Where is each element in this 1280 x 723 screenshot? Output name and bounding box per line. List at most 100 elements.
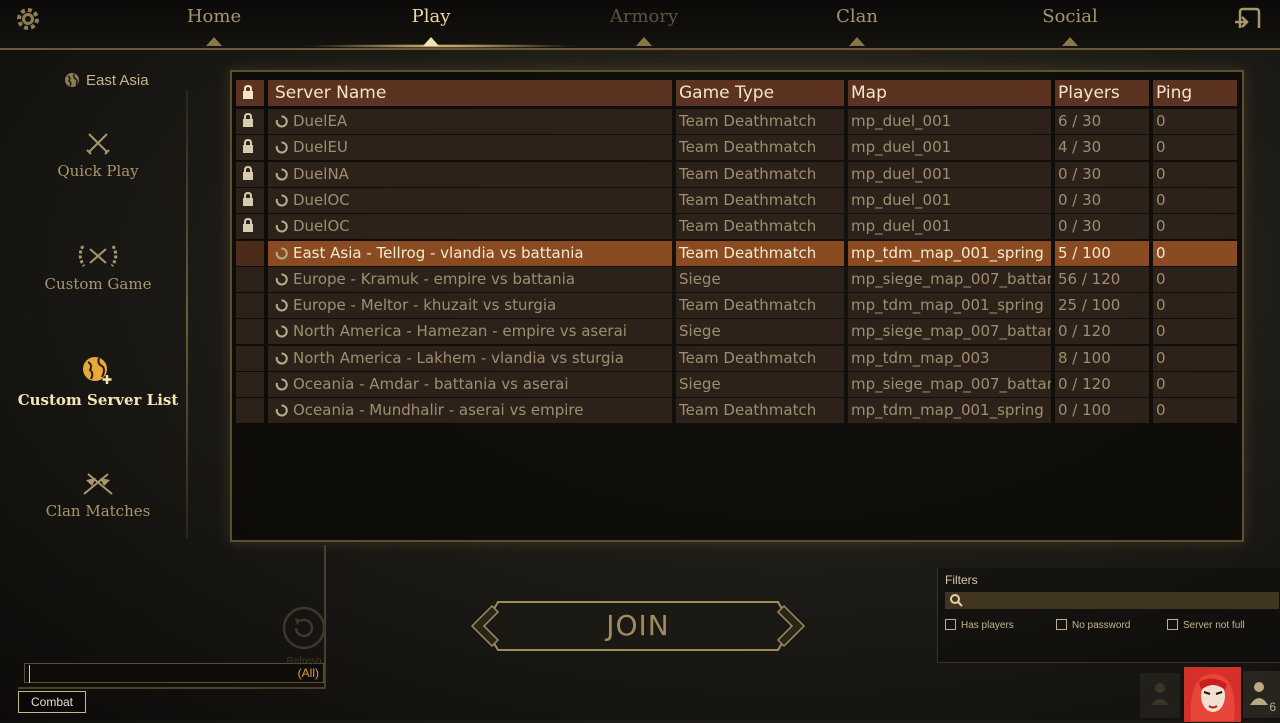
- server-row[interactable]: DuelOC Team Deathmatch mp_duel_001 0 / 30 0: [236, 214, 1237, 240]
- ping-cell: 0: [1153, 293, 1237, 319]
- lock-icon: [243, 85, 253, 99]
- filter-search-box[interactable]: [945, 592, 1279, 611]
- loading-icon: [275, 325, 288, 338]
- chat-tab-combat[interactable]: Combat: [18, 691, 86, 713]
- friends-icon: [1250, 682, 1268, 705]
- chat-channel[interactable]: (All): [298, 666, 319, 680]
- loading-icon: [275, 378, 288, 391]
- tab-play[interactable]: Play: [361, 0, 501, 46]
- game-type-cell: Team Deathmatch: [676, 161, 844, 187]
- settings-gear-icon[interactable]: [14, 5, 42, 33]
- mode-custom-server-list[interactable]: Custom Server List: [10, 355, 186, 409]
- server-row[interactable]: Europe - Kramuk - empire vs battania Sieg…: [236, 266, 1237, 292]
- column-header-players[interactable]: Players: [1055, 80, 1149, 106]
- ping-cell: 0: [1153, 161, 1237, 187]
- filter-search-input[interactable]: [967, 592, 1271, 611]
- server-row[interactable]: North America - Lakhem - vlandia vs stur…: [236, 345, 1237, 371]
- ping-cell: 0: [1153, 214, 1237, 240]
- server-name-cell: DuelNA: [268, 161, 672, 187]
- server-name: Europe - Kramuk - empire vs battania: [293, 269, 576, 288]
- players-cell: 25 / 100: [1055, 293, 1149, 319]
- ping-cell: 0: [1153, 319, 1237, 345]
- checkbox-label: Server not full: [1183, 620, 1245, 631]
- filter-server-not-full[interactable]: Server not full: [1167, 619, 1245, 631]
- server-row[interactable]: East Asia - Tellrog - vlandia vs battani…: [236, 240, 1237, 266]
- lock-icon: [243, 218, 253, 233]
- player-avatar[interactable]: [1184, 667, 1241, 722]
- checkbox[interactable]: [945, 619, 956, 630]
- chat-input-box[interactable]: (All): [24, 663, 324, 683]
- add-friend-button[interactable]: [1140, 673, 1180, 718]
- refresh-icon[interactable]: [282, 606, 326, 650]
- server-name: DuelEA: [293, 112, 348, 130]
- filter-no-password[interactable]: No password: [1056, 619, 1130, 631]
- server-name-cell: Oceania - Amdar - battania vs aserai: [268, 372, 672, 397]
- tab-home[interactable]: Home: [144, 0, 284, 46]
- server-name-cell: East Asia - Tellrog - vlandia vs battani…: [268, 240, 672, 266]
- mode-quick-play[interactable]: Quick Play: [10, 130, 186, 180]
- tab-indicator: [636, 37, 652, 46]
- add-friend-icon: [1151, 683, 1169, 705]
- game-type-cell: Siege: [676, 372, 844, 397]
- map-cell: mp_duel_001: [848, 135, 1051, 161]
- filter-has-players[interactable]: Has players: [945, 619, 1014, 631]
- players-cell: 0 / 30: [1055, 161, 1149, 187]
- mode-custom-game[interactable]: Custom Game: [10, 243, 186, 293]
- server-row[interactable]: Oceania - Amdar - battania vs aserai Sieg…: [236, 372, 1237, 397]
- lock-cell: [236, 187, 264, 213]
- mode-clan-matches[interactable]: Clan Matches: [10, 470, 186, 520]
- tab-indicator: [849, 37, 865, 46]
- join-button[interactable]: JOIN: [470, 600, 806, 652]
- server-name-cell: Europe - Kramuk - empire vs battania: [268, 266, 672, 292]
- lock-icon: [243, 139, 253, 154]
- checkbox[interactable]: [1056, 619, 1067, 630]
- server-name: DuelEU: [293, 138, 348, 157]
- players-cell: 4 / 30: [1055, 135, 1149, 161]
- mode-label: Custom Game: [44, 275, 152, 293]
- tab-label: Home: [186, 6, 242, 27]
- server-row[interactable]: Oceania - Mundhalir - aserai vs empire Te…: [236, 398, 1237, 424]
- server-row[interactable]: DuelNA Team Deathmatch mp_duel_001 0 / 30 0: [236, 161, 1237, 187]
- game-type-cell: Team Deathmatch: [676, 398, 844, 424]
- column-header-map[interactable]: Map: [848, 80, 1051, 106]
- loading-icon: [275, 273, 288, 286]
- server-row[interactable]: DuelOC Team Deathmatch mp_duel_001 0 / 30 0: [236, 187, 1237, 213]
- server-name: East Asia - Tellrog - vlandia vs battani…: [293, 243, 584, 262]
- server-row[interactable]: DuelEA Team Deathmatch mp_duel_001 6 / 30 0: [236, 109, 1237, 134]
- filters-panel: Filters Has players No password Server n…: [937, 568, 1280, 663]
- exit-icon[interactable]: [1232, 4, 1262, 34]
- tab-social[interactable]: Social: [1000, 0, 1140, 46]
- server-name-cell: DuelOC: [268, 187, 672, 213]
- server-row[interactable]: North America - Hamezan - empire vs aser…: [236, 319, 1237, 345]
- mode-label: Custom Server List: [17, 391, 179, 409]
- lock-cell: [236, 109, 264, 134]
- chat-input[interactable]: [29, 665, 294, 683]
- server-list-panel: Server Name Game Type Map Players Ping D…: [230, 70, 1244, 542]
- friends-list-button[interactable]: 6: [1243, 671, 1280, 718]
- server-row[interactable]: DuelEU Team Deathmatch mp_duel_001 4 / 30 0: [236, 135, 1237, 161]
- ping-cell: 0: [1153, 398, 1237, 424]
- server-name-cell: Europe - Meltor - khuzait vs sturgia: [268, 293, 672, 319]
- lock-cell: [236, 372, 264, 397]
- active-tab-glow: [300, 44, 580, 48]
- server-name-cell: DuelEA: [268, 109, 672, 134]
- region-label: East Asia: [86, 72, 149, 89]
- lock-icon: [243, 113, 253, 127]
- lock-cell: [236, 214, 264, 240]
- lock-column-header[interactable]: [236, 80, 264, 106]
- column-header-server-name[interactable]: Server Name: [268, 80, 672, 106]
- tab-armory[interactable]: Armory: [574, 0, 714, 46]
- server-row[interactable]: Europe - Meltor - khuzait vs sturgia Team…: [236, 293, 1237, 319]
- tab-label: Play: [411, 6, 451, 27]
- search-icon: [950, 594, 963, 607]
- region-selector[interactable]: East Asia: [64, 72, 184, 92]
- game-type-cell: Team Deathmatch: [676, 135, 844, 161]
- column-header-game-type[interactable]: Game Type: [676, 80, 844, 106]
- friends-count: 6: [1269, 700, 1276, 714]
- map-cell: mp_tdm_map_001_spring: [848, 293, 1051, 319]
- tab-label: Social: [1042, 6, 1098, 27]
- game-type-cell: Team Deathmatch: [676, 109, 844, 134]
- column-header-ping[interactable]: Ping: [1153, 80, 1237, 106]
- tab-clan[interactable]: Clan: [787, 0, 927, 46]
- checkbox[interactable]: [1167, 619, 1178, 630]
